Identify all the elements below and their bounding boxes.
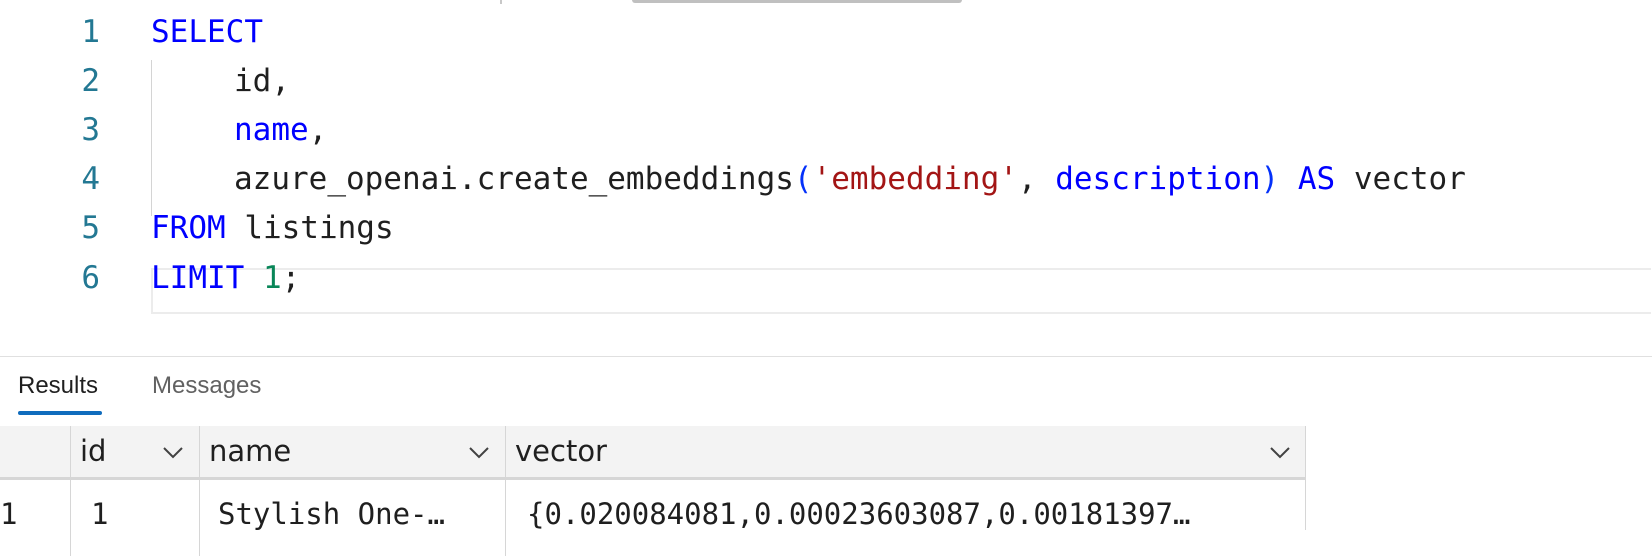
code-text[interactable]: id, — [234, 55, 290, 107]
tab-results[interactable]: Results — [18, 360, 102, 415]
code-token: SELECT — [151, 14, 263, 50]
line-number: 2 — [81, 63, 100, 99]
column-header-name[interactable]: name — [199, 426, 505, 477]
row-number-header — [0, 426, 70, 477]
code-token: listings — [225, 210, 394, 246]
code-token: azure_openai.create_embeddings — [234, 161, 794, 197]
code-token: description — [1055, 161, 1261, 197]
editor-line-1[interactable]: 1 SELECT — [0, 6, 1652, 58]
code-token: ) — [1260, 161, 1280, 197]
code-text[interactable]: azure_openai.create_embeddings('embeddin… — [234, 153, 1466, 205]
code-token: id, — [234, 63, 290, 99]
active-tab-indicator — [18, 411, 102, 415]
row-number: 1 — [0, 497, 18, 531]
tab-label: Results — [18, 372, 99, 399]
cell-id[interactable]: 1 — [70, 480, 199, 556]
code-token: LIMIT — [151, 260, 245, 296]
pane-divider[interactable] — [0, 356, 1652, 357]
chevron-down-icon[interactable] — [467, 440, 491, 464]
code-token: , — [1017, 161, 1056, 197]
line-number: 1 — [81, 14, 100, 50]
code-text[interactable]: LIMIT 1; — [151, 252, 300, 304]
code-text[interactable]: name, — [234, 104, 327, 156]
code-token: vector — [1353, 161, 1466, 197]
code-token: AS — [1279, 161, 1354, 197]
column-header-vector[interactable]: vector — [505, 426, 1306, 477]
editor-line-5[interactable]: 5 FROM listings — [0, 202, 1652, 254]
column-header-label: vector — [515, 434, 607, 468]
tab-messages[interactable]: Messages — [152, 360, 261, 412]
tab-label: Messages — [152, 372, 262, 399]
chevron-down-icon[interactable] — [161, 440, 185, 464]
grid-header: id name vector — [0, 426, 1306, 480]
cell-value: 1 — [91, 497, 109, 531]
cell-value: Stylish One-… — [218, 497, 445, 531]
editor-line-6[interactable]: 6 LIMIT 1; — [0, 252, 1652, 304]
table-row[interactable]: 1 1 Stylish One-… {0.020084081,0.0002360… — [0, 480, 1306, 556]
grid-right-border — [1305, 426, 1306, 530]
chevron-down-icon[interactable] — [1268, 440, 1292, 464]
cell-name[interactable]: Stylish One-… — [199, 480, 505, 556]
line-number: 5 — [81, 210, 100, 246]
cell-vector[interactable]: {0.020084081,0.00023603087,0.00181397… — [505, 480, 1306, 556]
cell-value: {0.020084081,0.00023603087,0.00181397… — [527, 497, 1191, 531]
code-token: name — [234, 112, 309, 148]
editor-line-2[interactable]: 2 id, — [0, 55, 1652, 107]
code-token: , — [308, 112, 328, 148]
line-number: 4 — [81, 161, 100, 197]
code-token: ; — [281, 260, 301, 296]
column-header-label: id — [80, 434, 107, 468]
results-tabs: Results Messages — [0, 360, 1652, 416]
column-header-id[interactable]: id — [70, 426, 199, 477]
line-number: 6 — [81, 260, 100, 296]
code-text[interactable]: FROM listings — [151, 202, 394, 254]
results-grid: id name vector 1 1 Stylish One-… {0.0200… — [0, 426, 1306, 556]
code-token: ( — [793, 161, 813, 197]
sql-editor[interactable]: 1 SELECT 2 id, 3 name, 4 azure_openai.cr… — [0, 0, 1652, 340]
code-text[interactable]: SELECT — [151, 6, 263, 58]
code-token: 1 — [263, 260, 282, 296]
code-token: FROM — [151, 210, 226, 246]
editor-line-3[interactable]: 3 name, — [0, 104, 1652, 156]
editor-line-4[interactable]: 4 azure_openai.create_embeddings('embedd… — [0, 153, 1652, 205]
code-token: 'embedding' — [812, 161, 1018, 197]
column-header-label: name — [209, 434, 292, 468]
row-number-cell: 1 — [0, 480, 70, 556]
line-number: 3 — [81, 112, 100, 148]
